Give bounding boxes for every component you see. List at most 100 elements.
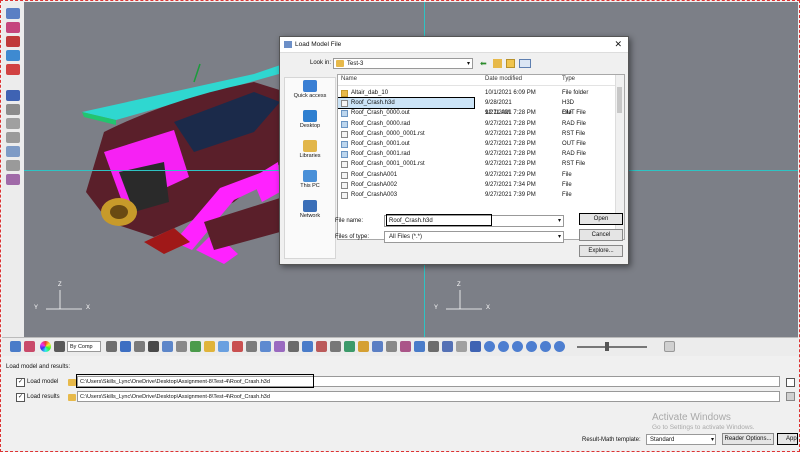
column-name[interactable]: Name (341, 76, 357, 82)
file-name-input[interactable]: Roof_Crash.h3d ▾ (384, 214, 564, 227)
place-network[interactable]: Network (285, 200, 335, 219)
playback-control-icon[interactable] (526, 341, 537, 352)
place-libraries[interactable]: Libraries (285, 140, 335, 159)
load-results-path-input[interactable]: C:\Users\Skills_Lync\OneDrive\Desktop\As… (77, 391, 780, 402)
reader-options-button[interactable]: Reader Options... (722, 433, 774, 445)
toolbar-tool-icon[interactable] (274, 341, 285, 352)
file-row[interactable]: Roof_Crash.h3d 9/28/2021 12:11 AM H3D File (338, 97, 574, 116)
toolbar-tool-icon[interactable] (358, 341, 369, 352)
up-folder-icon[interactable] (493, 59, 502, 68)
file-row[interactable]: Roof_Crash_0000.out 9/27/2021 7:28 PM OUT … (338, 108, 618, 118)
note-icon[interactable] (6, 160, 20, 171)
tracking-icon[interactable] (6, 132, 20, 143)
toolbar-tool-icon[interactable] (302, 341, 313, 352)
toolbar-tool-icon[interactable] (148, 341, 159, 352)
toolbar-tool-icon[interactable] (344, 341, 355, 352)
toolbar-tool-icon[interactable] (218, 341, 229, 352)
toolbar-tool-icon[interactable] (470, 341, 481, 352)
animation-slider-thumb[interactable] (605, 342, 609, 351)
toolbar-tool-icon[interactable] (120, 341, 131, 352)
toolbar-tool-icon[interactable] (162, 341, 173, 352)
results-icon[interactable] (6, 22, 20, 33)
pick-icon[interactable] (24, 341, 35, 352)
toolbar-tool-icon[interactable] (190, 341, 201, 352)
file-row[interactable]: Roof_CrashA002 9/27/2021 7:34 PM File (338, 180, 618, 190)
open-button[interactable]: Open (579, 213, 623, 225)
animation-slider-track[interactable] (577, 346, 647, 348)
load-model-label: Load model (27, 379, 59, 385)
toolbar-tool-icon[interactable] (456, 341, 467, 352)
place-this-pc[interactable]: This PC (285, 170, 335, 189)
toolbar-tool-icon[interactable] (330, 341, 341, 352)
file-row[interactable]: Roof_Crash_0001_0001.rst 9/27/2021 7:28 P… (338, 159, 618, 169)
template-select[interactable]: Standard ▾ (646, 434, 716, 445)
column-type[interactable]: Type (562, 76, 575, 82)
toolbar-tool-icon[interactable] (232, 341, 243, 352)
dots-icon[interactable] (6, 64, 20, 75)
dialog-titlebar[interactable]: Load Model File ✕ (280, 37, 628, 53)
playback-control-icon[interactable] (484, 341, 495, 352)
eye-icon[interactable] (6, 104, 20, 115)
color-mode-select[interactable]: By Comp (67, 341, 101, 352)
box-icon[interactable] (6, 90, 20, 101)
section-icon[interactable] (6, 118, 20, 129)
file-row[interactable]: Roof_Crash_0000_0001.rst 9/27/2021 7:28 P… (338, 129, 618, 139)
entity-icon[interactable] (10, 341, 21, 352)
toolbar-tool-icon[interactable] (414, 341, 425, 352)
new-folder-icon[interactable] (506, 59, 515, 68)
settings-icon[interactable] (664, 341, 675, 352)
cancel-button[interactable]: Cancel (579, 229, 623, 241)
toolbar-tool-icon[interactable] (442, 341, 453, 352)
file-row[interactable]: Roof_Crash_0001.out 9/27/2021 7:28 PM OUT … (338, 139, 618, 149)
load-results-checkbox[interactable]: ✓ (16, 393, 25, 402)
place-desktop[interactable]: Desktop (285, 110, 335, 129)
triad-y-label-right: Y (434, 305, 439, 311)
playback-control-icon[interactable] (554, 341, 565, 352)
load-model-checkbox[interactable]: ✓ (16, 378, 25, 387)
file-row[interactable]: Altair_dab_10 10/1/2021 6:09 PM File folde… (338, 88, 618, 98)
view-menu-icon[interactable] (519, 59, 531, 68)
playback-control-icon[interactable] (540, 341, 551, 352)
toolbar-tool-icon[interactable] (400, 341, 411, 352)
file-row[interactable]: Roof_CrashA001 9/27/2021 7:29 PM File (338, 170, 618, 180)
plot-icon[interactable] (6, 36, 20, 47)
model-icon[interactable] (6, 8, 20, 19)
file-row[interactable]: Roof_Crash_0001.rad 9/27/2021 7:28 PM RAD … (338, 149, 618, 159)
playback-control-icon[interactable] (498, 341, 509, 352)
toolbar-tool-icon[interactable] (246, 341, 257, 352)
toolbar-tool-icon[interactable] (176, 341, 187, 352)
results-options-icon[interactable] (786, 392, 795, 401)
place-quick-access[interactable]: Quick access (285, 80, 335, 99)
folder-icon[interactable] (68, 379, 76, 386)
toolbar-tool-icon[interactable] (288, 341, 299, 352)
toolbar-tool-icon[interactable] (372, 341, 383, 352)
toolbar-tool-icon[interactable] (316, 341, 327, 352)
column-date[interactable]: Date modified (485, 76, 522, 82)
toolbar-tool-icon[interactable] (260, 341, 271, 352)
model-option-checkbox[interactable] (786, 378, 795, 387)
legend-icon[interactable] (6, 174, 20, 185)
back-arrow-icon[interactable]: ⬅ (480, 59, 489, 68)
explore-button[interactable]: Explore... (579, 245, 623, 257)
toolbar-tool-icon[interactable] (204, 341, 215, 352)
color-wheel-icon[interactable] (40, 341, 51, 352)
load-results-label: Load results (27, 394, 60, 400)
toolbar-tool-icon[interactable] (106, 341, 117, 352)
toolbar-tool-icon[interactable] (386, 341, 397, 352)
template-label: Result-Math template: (582, 437, 641, 443)
folder-icon[interactable] (68, 394, 76, 401)
toolbar-tool-icon[interactable] (134, 341, 145, 352)
file-row[interactable]: Roof_CrashA003 9/27/2021 7:39 PM File (338, 190, 618, 200)
highlight-box (76, 374, 314, 388)
display-icon[interactable] (6, 50, 20, 61)
load-model-dialog: Load Model File ✕ Look in: Test-3 ▾ ⬅ Qu… (279, 36, 629, 265)
toolbar-tool-icon[interactable] (428, 341, 439, 352)
apply-button[interactable]: App (777, 433, 798, 445)
file-type-select[interactable]: All Files (*.*) ▾ (384, 231, 564, 243)
close-icon[interactable]: ✕ (614, 39, 622, 50)
look-in-select[interactable]: Test-3 ▾ (333, 58, 473, 69)
playback-control-icon[interactable] (512, 341, 523, 352)
scroll-thumb[interactable] (617, 87, 622, 113)
measure-icon[interactable] (6, 146, 20, 157)
file-row[interactable]: Roof_Crash_0000.rad 9/27/2021 7:28 PM RAD … (338, 119, 618, 129)
